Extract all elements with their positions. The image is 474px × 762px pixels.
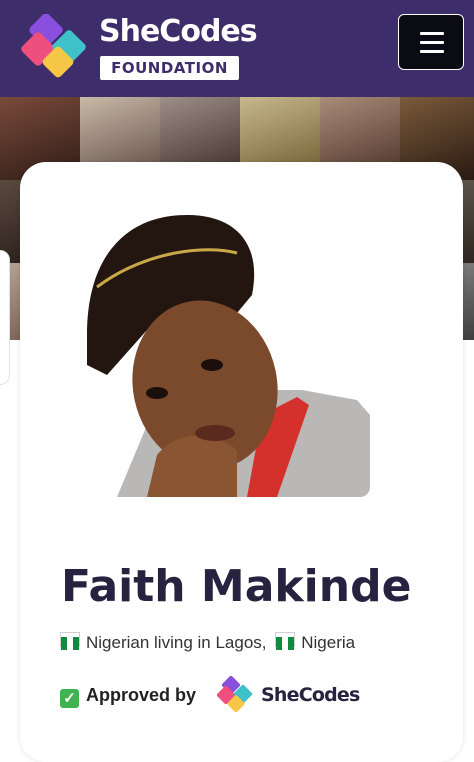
brand-subtitle: FOUNDATION bbox=[100, 56, 239, 80]
approval-line: ✓ Approved by bbox=[60, 682, 196, 708]
hamburger-menu-icon bbox=[420, 32, 444, 35]
location-text: Nigerian living in Lagos, bbox=[86, 633, 267, 652]
approved-label: Approved by bbox=[86, 685, 197, 705]
brand-name[interactable]: SheCodes bbox=[99, 14, 258, 50]
menu-button[interactable] bbox=[398, 14, 464, 70]
approver-brand-name[interactable]: SheCodes bbox=[261, 682, 360, 708]
shecodes-mini-logo-icon[interactable] bbox=[217, 676, 257, 714]
shecodes-logo[interactable] bbox=[20, 14, 92, 80]
site-header: SheCodes FOUNDATION bbox=[0, 0, 474, 97]
hamburger-menu-icon-bar bbox=[420, 50, 444, 53]
previous-card-edge[interactable] bbox=[0, 250, 10, 385]
check-mark-icon: ✓ bbox=[60, 689, 79, 708]
profile-location: Nigerian living in Lagos, Nigeria bbox=[60, 631, 355, 655]
profile-photo bbox=[87, 215, 370, 497]
profile-photo-image bbox=[87, 215, 370, 497]
nigeria-flag-icon bbox=[60, 632, 80, 650]
location-country: Nigeria bbox=[301, 633, 356, 652]
nigeria-flag-icon bbox=[275, 632, 296, 650]
hamburger-menu-icon-bar bbox=[420, 41, 444, 44]
profile-name: Faith Makinde bbox=[61, 561, 412, 612]
